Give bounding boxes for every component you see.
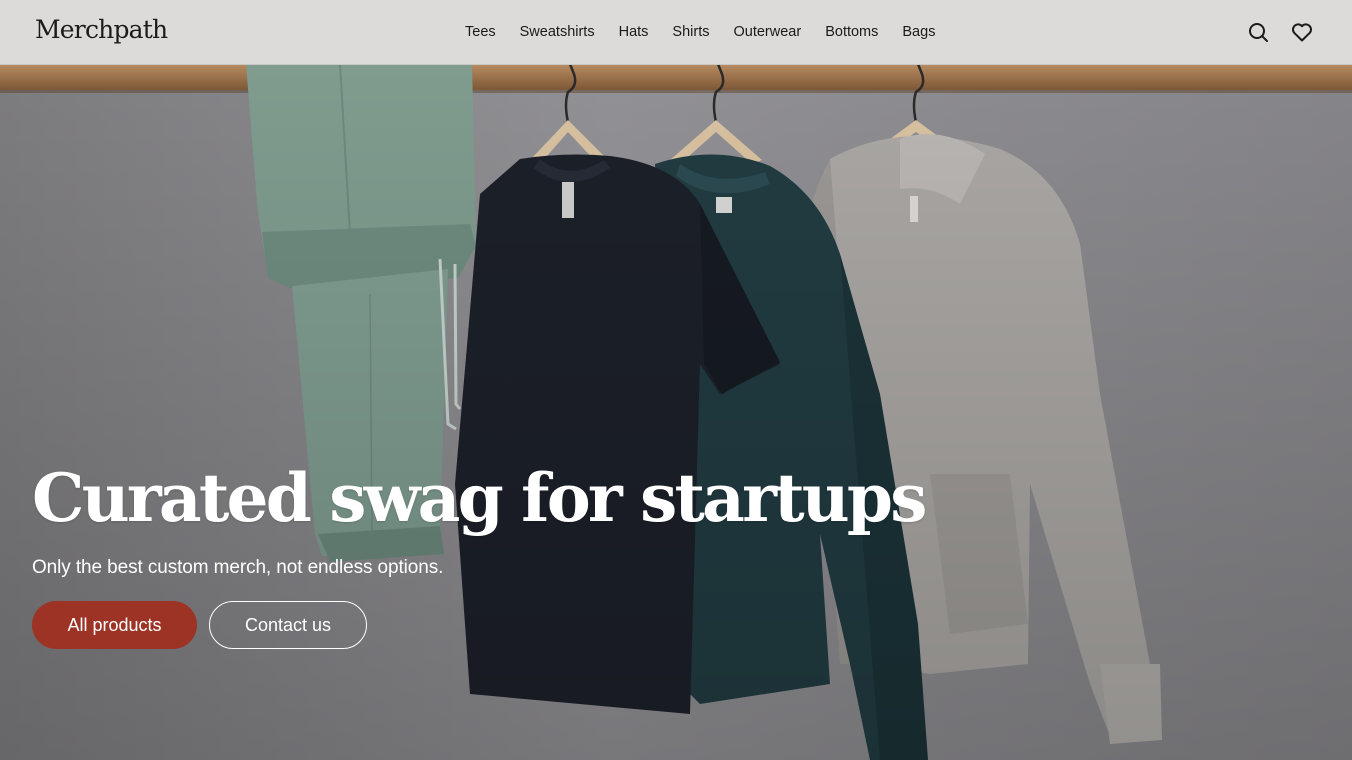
heart-icon[interactable] [1290, 20, 1314, 44]
hero-subtitle: Only the best custom merch, not endless … [32, 557, 444, 579]
hero-buttons: All products Contact us [32, 601, 925, 650]
site-header: Merchpath Tees Sweatshirts Hats Shirts O… [0, 0, 1352, 65]
nav-item-sweatshirts[interactable]: Sweatshirts [520, 24, 595, 40]
all-products-button[interactable]: All products [32, 601, 197, 650]
nav-item-outerwear[interactable]: Outerwear [734, 24, 802, 40]
nav-item-hats[interactable]: Hats [619, 24, 649, 40]
hero-title: Curated swag for startups [32, 459, 927, 537]
contact-us-button[interactable]: Contact us [209, 601, 367, 650]
nav-item-tees[interactable]: Tees [465, 24, 496, 40]
nav-item-bottoms[interactable]: Bottoms [825, 24, 878, 40]
nav-item-shirts[interactable]: Shirts [672, 24, 709, 40]
nav-item-bags[interactable]: Bags [902, 24, 935, 40]
search-icon[interactable] [1246, 20, 1270, 44]
brand-logo[interactable]: Merchpath [35, 15, 168, 44]
main-nav: Tees Sweatshirts Hats Shirts Outerwear B… [465, 0, 935, 64]
hero-image [0, 64, 1352, 760]
hero-copy: Curated swag for startups Only the best … [32, 459, 927, 650]
hero-section: Curated swag for startups Only the best … [0, 64, 1352, 760]
